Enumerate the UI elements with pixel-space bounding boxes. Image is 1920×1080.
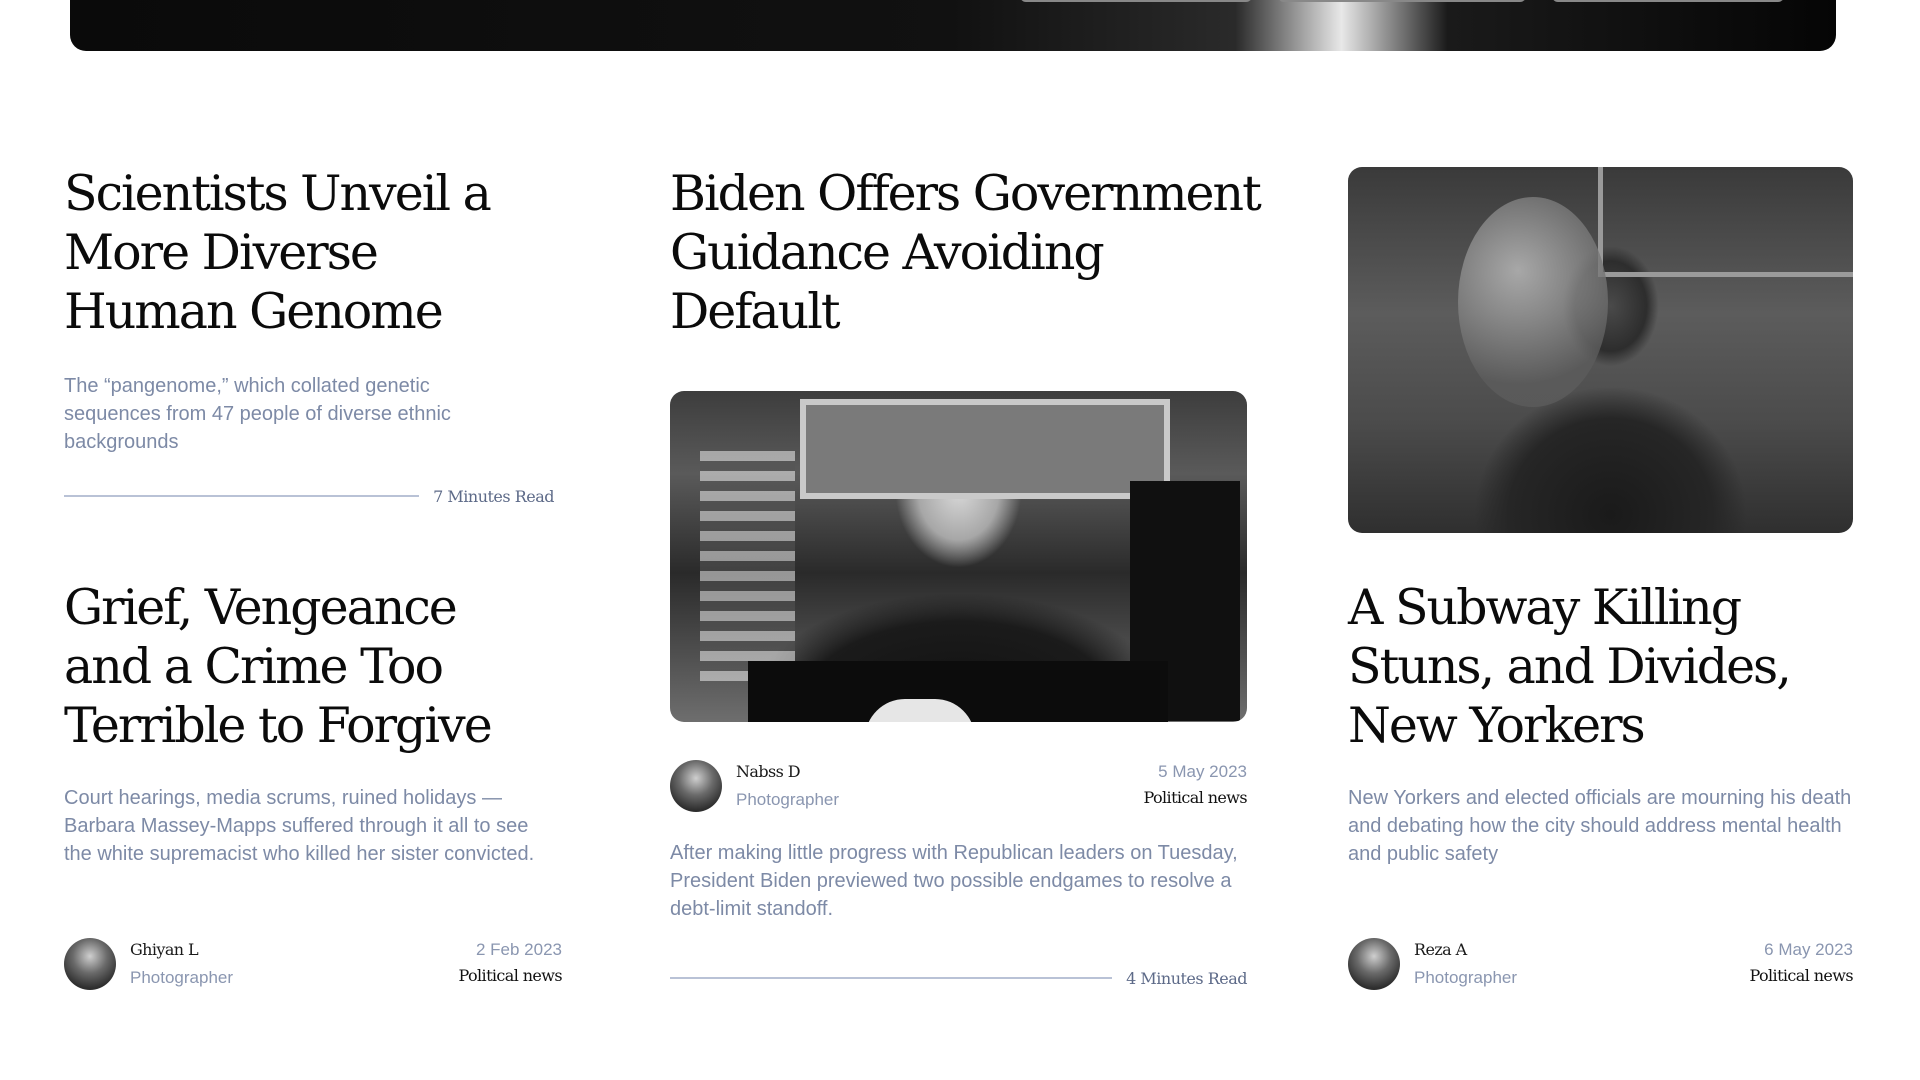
author-name[interactable]: Nabss D (736, 762, 801, 781)
publish-date: 6 May 2023 (1764, 940, 1853, 959)
read-time-genome: 7 Minutes Read (433, 486, 554, 506)
article-excerpt-subway: New Yorkers and elected officials are mo… (1348, 787, 1852, 865)
article-title-genome[interactable]: Scientists Unveil a More Diverse Human G… (64, 164, 544, 341)
publish-date: 5 May 2023 (1158, 762, 1247, 781)
article-title-subway[interactable]: A Subway Killing Stuns, and Divides, New… (1348, 578, 1868, 755)
avatar[interactable] (1348, 938, 1400, 990)
category-label[interactable]: Political news (1749, 966, 1853, 985)
hero-control-2[interactable] (1278, 0, 1526, 2)
read-time-biden: 4 Minutes Read (1126, 968, 1247, 988)
author-name[interactable]: Reza A (1414, 940, 1467, 959)
news-page: Scientists Unveil a More Diverse Human G… (0, 0, 1920, 1080)
author-role: Photographer (736, 790, 840, 809)
read-time-row-biden: 4 Minutes Read (670, 966, 1247, 990)
divider-line (670, 977, 1113, 979)
article-excerpt-genome: The “pangenome,” which collated genetic … (64, 375, 451, 453)
divider-line (64, 495, 420, 497)
author-name[interactable]: Ghiyan L (130, 940, 199, 959)
article-image-biden[interactable] (670, 391, 1247, 722)
balloon (1458, 197, 1608, 407)
category-label[interactable]: Political news (1143, 788, 1247, 807)
hero-control-3[interactable] (1552, 0, 1784, 2)
byline-biden: Nabss D Photographer 5 May 2023 Politica… (670, 760, 1248, 814)
article-title-grief[interactable]: Grief, Vengeance and a Crime Too Terribl… (64, 578, 544, 755)
read-time-row-genome: 7 Minutes Read (64, 484, 554, 508)
hero-image-banner[interactable] (70, 0, 1836, 51)
publish-date: 2 Feb 2023 (475, 940, 562, 959)
article-excerpt-biden: After making little progress with Republ… (670, 842, 1238, 920)
article-excerpt-grief: Court hearings, media scrums, ruined hol… (64, 787, 535, 865)
avatar[interactable] (670, 760, 722, 812)
flag-left (700, 451, 795, 681)
category-label[interactable]: Political news (458, 966, 562, 985)
byline-subway: Reza A Photographer 6 May 2023 Political… (1348, 938, 1854, 992)
author-role: Photographer (1414, 968, 1518, 987)
byline-grief: Ghiyan L Photographer 2 Feb 2023 Politic… (64, 938, 563, 992)
avatar[interactable] (64, 938, 116, 990)
hero-control-1[interactable] (1020, 0, 1252, 2)
background-window (1598, 167, 1853, 277)
article-title-biden[interactable]: Biden Offers Government Guidance Avoidin… (670, 164, 1270, 341)
author-role: Photographer (130, 968, 234, 987)
article-image-subway[interactable] (1348, 167, 1853, 533)
background-painting (800, 399, 1170, 499)
